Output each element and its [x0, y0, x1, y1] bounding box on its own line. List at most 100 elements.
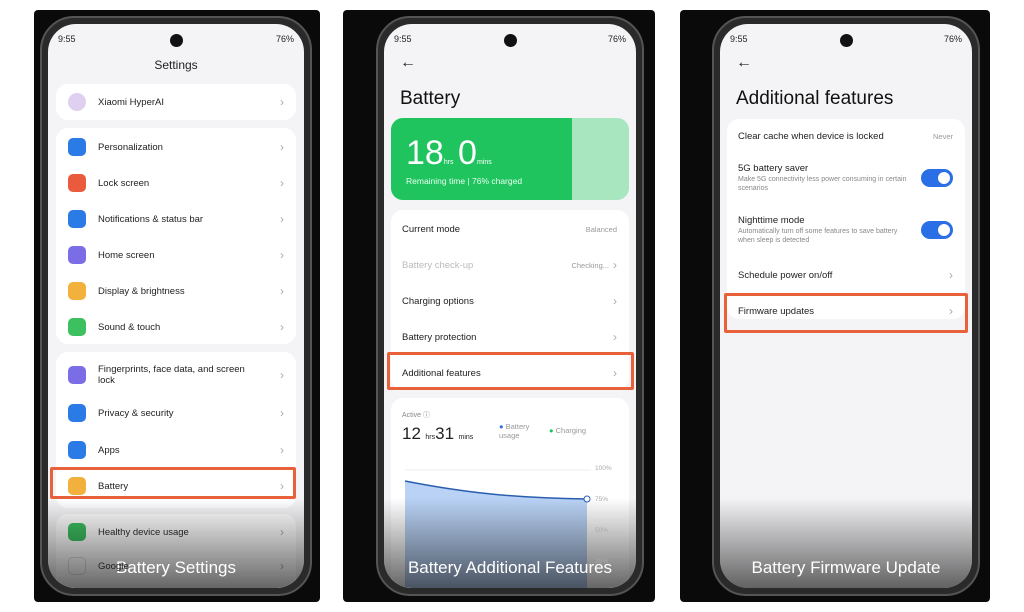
item-value: Never — [932, 131, 953, 141]
chevron-right-icon: › — [280, 559, 284, 573]
tick-25: 25% — [595, 558, 609, 565]
active-hours: 12 — [402, 424, 421, 443]
hyperai-icon — [68, 93, 86, 111]
chevron-right-icon: › — [280, 95, 284, 109]
item-value: Balanced — [585, 224, 617, 234]
battery-item-protection[interactable]: Battery protection › — [391, 322, 629, 352]
home-icon — [68, 246, 86, 264]
chevron-right-icon: › — [280, 406, 284, 420]
tick-75: 75% — [595, 496, 609, 503]
legend-dot-usage: ● — [499, 422, 506, 431]
item-label: Battery protection — [402, 331, 477, 343]
item-label: Nighttime mode — [738, 215, 805, 227]
highlight-battery — [50, 467, 296, 499]
active-label: Active — [402, 412, 422, 419]
nighttime-toggle[interactable] — [921, 221, 953, 239]
item-label: Display & brightness — [98, 285, 185, 297]
status-time: 9:55 — [394, 34, 412, 44]
camera-icon — [170, 34, 183, 47]
settings-item-privacy[interactable]: Privacy & security › — [56, 398, 296, 428]
item-label: Home screen — [98, 249, 155, 261]
page-title: Battery — [400, 88, 461, 109]
status-battery: 76% — [275, 34, 294, 44]
item-label: Healthy device usage — [98, 526, 189, 538]
caption: Battery Firmware Update — [751, 558, 941, 577]
item-label: Xiaomi HyperAI — [98, 96, 164, 108]
healthy-icon — [68, 523, 86, 541]
battery-hero-card: 18hrs 0mins Remaining time | 76% charged — [391, 118, 629, 200]
chevron-right-icon: › — [949, 268, 953, 282]
chevron-right-icon: › — [280, 140, 284, 154]
active-mins: 31 — [435, 424, 455, 443]
brush-icon — [68, 138, 86, 156]
page-title: Settings — [154, 58, 198, 72]
item-label: Sound & touch — [98, 321, 161, 333]
settings-item-display[interactable]: Display & brightness › — [56, 276, 296, 306]
chevron-right-icon: › — [280, 212, 284, 226]
battery-item-checkup[interactable]: Battery check-up Checking... › — [391, 250, 629, 280]
tick-50: 50% — [595, 527, 609, 534]
chevron-right-icon: › — [613, 294, 617, 308]
sound-icon — [68, 318, 86, 336]
help-icon[interactable]: ⓘ — [423, 412, 430, 419]
remaining-hours: 18 — [406, 134, 444, 172]
chevron-right-icon: › — [280, 176, 284, 190]
back-arrow-icon[interactable]: ← — [736, 54, 752, 72]
phone-additional: 9:55 76% ← Additional features Clear cach… — [712, 16, 980, 596]
camera-icon — [504, 34, 517, 47]
settings-item-healthy-usage[interactable]: Healthy device usage › — [56, 517, 296, 547]
item-label: Privacy & security — [98, 407, 174, 419]
highlight-firmware-updates — [724, 293, 968, 333]
chevron-right-icon: › — [280, 525, 284, 539]
remaining-mins: 0 — [458, 134, 477, 172]
settings-item-lock-screen[interactable]: Lock screen › — [56, 168, 296, 198]
battery-item-current-mode[interactable]: Current mode Balanced — [391, 214, 629, 244]
schedule-power-setting[interactable]: Schedule power on/off › — [727, 260, 965, 290]
item-value: Checking... — [571, 260, 609, 270]
settings-item-apps[interactable]: Apps › — [56, 435, 296, 465]
settings-item-home-screen[interactable]: Home screen › — [56, 240, 296, 270]
status-battery: 76% — [943, 34, 962, 44]
item-label: Apps — [98, 444, 120, 456]
5g-battery-saver-setting[interactable]: 5G battery saver Make 5G connectivity les… — [727, 155, 965, 201]
lock-icon — [68, 174, 86, 192]
settings-item-google[interactable]: Google › — [56, 551, 296, 581]
item-label: Schedule power on/off — [738, 269, 833, 281]
settings-item-hyperai[interactable]: Xiaomi HyperAI › — [56, 87, 296, 117]
camera-icon — [840, 34, 853, 47]
item-label: Fingerprints, face data, and screen lock — [98, 364, 245, 386]
settings-item-personalization[interactable]: Personalization › — [56, 132, 296, 162]
usage-area — [405, 481, 587, 588]
settings-item-notifications[interactable]: Notifications & status bar › — [56, 204, 296, 234]
nighttime-mode-setting[interactable]: Nighttime mode Automatically turn off som… — [727, 207, 965, 253]
chevron-right-icon: › — [613, 330, 617, 344]
item-label: Personalization — [98, 141, 163, 153]
mins-unit: mins — [476, 159, 492, 166]
apps-icon — [68, 441, 86, 459]
settings-item-fingerprints[interactable]: Fingerprints, face data, and screen lock… — [56, 358, 296, 392]
chevron-right-icon: › — [280, 368, 284, 382]
page-title: Additional features — [736, 88, 894, 109]
settings-item-sound[interactable]: Sound & touch › — [56, 312, 296, 342]
chevron-right-icon: › — [280, 284, 284, 298]
phone-battery: 9:55 76% ← Battery 18hrs 0mins Remaining … — [376, 16, 644, 596]
usage-card: Active ⓘ 12 hrs31 mins ● Battery usage ●… — [391, 398, 629, 588]
status-battery: 76% — [607, 34, 626, 44]
item-label: Charging options — [402, 295, 474, 307]
notification-icon — [68, 210, 86, 228]
battery-item-charging-options[interactable]: Charging options › — [391, 286, 629, 316]
status-time: 9:55 — [730, 34, 748, 44]
back-arrow-icon[interactable]: ← — [400, 54, 416, 72]
clear-cache-setting[interactable]: Clear cache when device is locked Never — [727, 121, 965, 151]
item-label: Current mode — [402, 223, 461, 235]
5g-saver-toggle[interactable] — [921, 169, 953, 187]
hrs-unit: hrs — [425, 434, 436, 441]
current-point — [583, 495, 591, 503]
tick-100: 100% — [595, 465, 612, 472]
item-label: Battery check-up — [402, 259, 474, 271]
chevron-right-icon: › — [280, 443, 284, 457]
chevron-right-icon: › — [280, 248, 284, 262]
google-icon — [68, 557, 86, 575]
remaining-subtitle: Remaining time | 76% charged — [406, 176, 523, 186]
item-label: Clear cache when device is locked — [738, 130, 884, 142]
